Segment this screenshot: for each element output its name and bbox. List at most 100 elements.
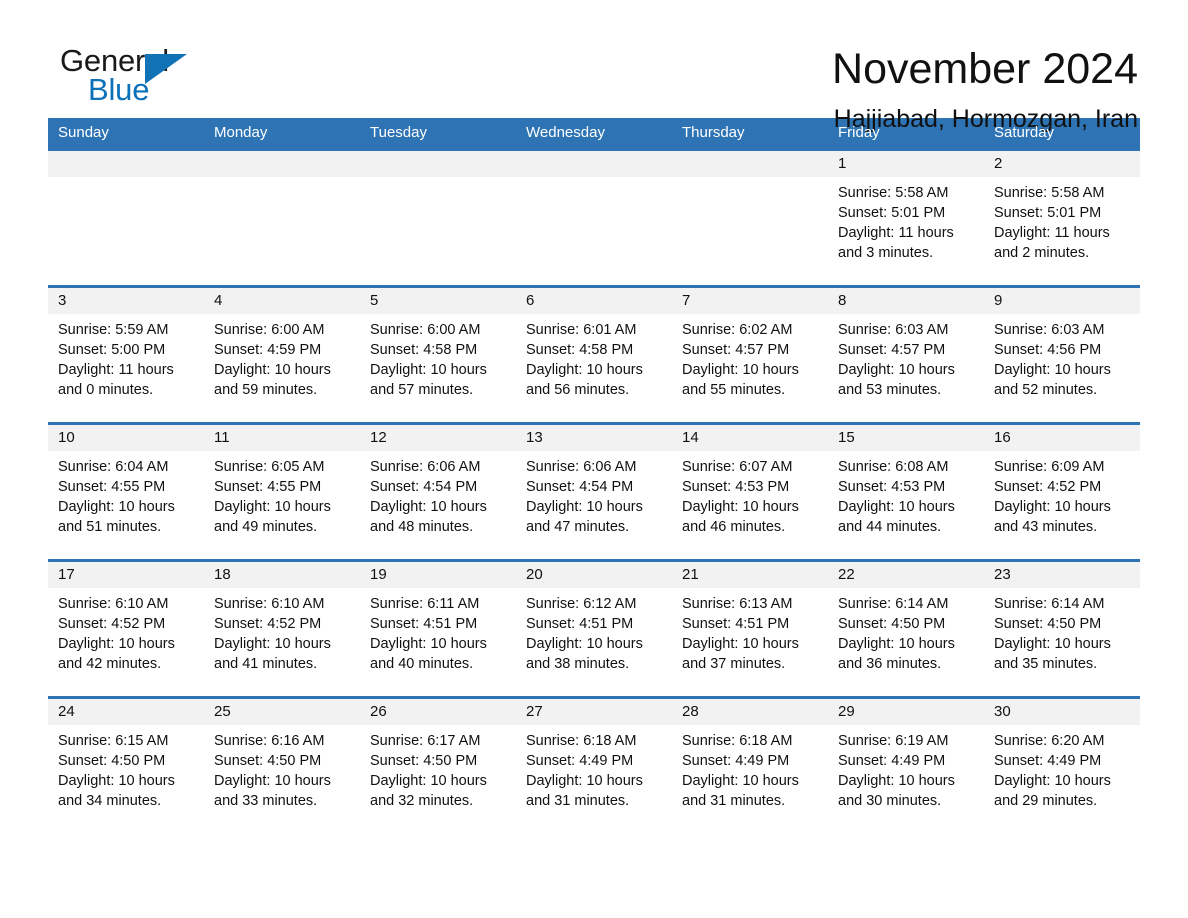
day-cell[interactable]: Sunrise: 5:58 AM Sunset: 5:01 PM Dayligh… <box>984 177 1140 285</box>
day-cell[interactable]: Sunrise: 6:15 AM Sunset: 4:50 PM Dayligh… <box>48 725 204 833</box>
day-cell[interactable]: Sunrise: 6:00 AM Sunset: 4:59 PM Dayligh… <box>204 314 360 422</box>
day-cell[interactable]: Sunrise: 5:59 AM Sunset: 5:00 PM Dayligh… <box>48 314 204 422</box>
day-number[interactable]: 5 <box>360 288 516 314</box>
day-number[interactable] <box>48 151 204 177</box>
daylight-text-line1: Daylight: 10 hours <box>214 773 331 789</box>
day-number[interactable]: 8 <box>828 288 984 314</box>
day-cell[interactable]: Sunrise: 6:00 AM Sunset: 4:58 PM Dayligh… <box>360 314 516 422</box>
day-cell[interactable] <box>204 177 360 285</box>
daylight-text-line2: and 32 minutes. <box>370 793 474 809</box>
day-number[interactable]: 14 <box>672 425 828 451</box>
day-number[interactable] <box>204 151 360 177</box>
day-number[interactable]: 1 <box>828 151 984 177</box>
day-cell[interactable]: Sunrise: 6:09 AM Sunset: 4:52 PM Dayligh… <box>984 451 1140 559</box>
day-number[interactable]: 6 <box>516 288 672 314</box>
daylight-text-line2: and 34 minutes. <box>58 793 162 809</box>
week-date-bar: 24 25 26 27 28 29 30 <box>48 699 1140 725</box>
day-number[interactable]: 9 <box>984 288 1140 314</box>
day-number[interactable]: 25 <box>204 699 360 725</box>
sunrise-text: Sunrise: 5:58 AM <box>994 185 1105 201</box>
daylight-text-line2: and 57 minutes. <box>370 382 474 398</box>
day-number[interactable]: 12 <box>360 425 516 451</box>
day-cell[interactable]: Sunrise: 6:01 AM Sunset: 4:58 PM Dayligh… <box>516 314 672 422</box>
day-cell[interactable] <box>48 177 204 285</box>
day-number[interactable]: 21 <box>672 562 828 588</box>
day-cell[interactable]: Sunrise: 6:07 AM Sunset: 4:53 PM Dayligh… <box>672 451 828 559</box>
daylight-text-line1: Daylight: 10 hours <box>838 362 955 378</box>
day-cell[interactable]: Sunrise: 6:05 AM Sunset: 4:55 PM Dayligh… <box>204 451 360 559</box>
day-cell[interactable]: Sunrise: 6:12 AM Sunset: 4:51 PM Dayligh… <box>516 588 672 696</box>
sunrise-text: Sunrise: 5:58 AM <box>838 185 949 201</box>
day-cell[interactable]: Sunrise: 6:19 AM Sunset: 4:49 PM Dayligh… <box>828 725 984 833</box>
day-number[interactable]: 3 <box>48 288 204 314</box>
day-number[interactable]: 10 <box>48 425 204 451</box>
day-number[interactable]: 23 <box>984 562 1140 588</box>
day-number[interactable] <box>360 151 516 177</box>
day-number[interactable]: 17 <box>48 562 204 588</box>
daylight-text-line1: Daylight: 10 hours <box>526 636 643 652</box>
day-cell[interactable]: Sunrise: 6:03 AM Sunset: 4:57 PM Dayligh… <box>828 314 984 422</box>
day-cell[interactable]: Sunrise: 6:13 AM Sunset: 4:51 PM Dayligh… <box>672 588 828 696</box>
day-cell[interactable]: Sunrise: 6:17 AM Sunset: 4:50 PM Dayligh… <box>360 725 516 833</box>
sunset-text: Sunset: 4:56 PM <box>994 342 1102 358</box>
sunrise-text: Sunrise: 6:11 AM <box>370 596 480 612</box>
day-cell[interactable]: Sunrise: 6:06 AM Sunset: 4:54 PM Dayligh… <box>360 451 516 559</box>
day-cell[interactable]: Sunrise: 6:18 AM Sunset: 4:49 PM Dayligh… <box>672 725 828 833</box>
day-number[interactable]: 18 <box>204 562 360 588</box>
day-cell[interactable]: Sunrise: 6:08 AM Sunset: 4:53 PM Dayligh… <box>828 451 984 559</box>
day-cell[interactable]: Sunrise: 6:20 AM Sunset: 4:49 PM Dayligh… <box>984 725 1140 833</box>
day-cell[interactable] <box>516 177 672 285</box>
generalblue-logo[interactable]: General Blue <box>48 44 210 114</box>
day-number[interactable] <box>672 151 828 177</box>
calendar-week-row: 1 2 Sunrise: 5:58 AM Sunset: 5:01 PM Day… <box>48 148 1140 285</box>
daylight-text-line1: Daylight: 10 hours <box>994 773 1111 789</box>
daylight-text-line1: Daylight: 10 hours <box>994 499 1111 515</box>
day-cell[interactable] <box>360 177 516 285</box>
day-number[interactable]: 24 <box>48 699 204 725</box>
sunrise-text: Sunrise: 6:03 AM <box>994 322 1105 338</box>
day-number[interactable]: 11 <box>204 425 360 451</box>
day-number[interactable]: 16 <box>984 425 1140 451</box>
day-cell[interactable]: Sunrise: 6:10 AM Sunset: 4:52 PM Dayligh… <box>204 588 360 696</box>
sunset-text: Sunset: 4:52 PM <box>994 479 1102 495</box>
daylight-text-line2: and 37 minutes. <box>682 656 786 672</box>
day-number[interactable]: 28 <box>672 699 828 725</box>
day-cell[interactable]: Sunrise: 6:14 AM Sunset: 4:50 PM Dayligh… <box>828 588 984 696</box>
day-cell[interactable]: Sunrise: 5:58 AM Sunset: 5:01 PM Dayligh… <box>828 177 984 285</box>
day-number[interactable]: 7 <box>672 288 828 314</box>
day-number[interactable] <box>516 151 672 177</box>
day-cell[interactable]: Sunrise: 6:16 AM Sunset: 4:50 PM Dayligh… <box>204 725 360 833</box>
sunset-text: Sunset: 4:51 PM <box>682 616 790 632</box>
sunrise-text: Sunrise: 6:17 AM <box>370 733 481 749</box>
sunset-text: Sunset: 4:54 PM <box>526 479 634 495</box>
daylight-text-line2: and 33 minutes. <box>214 793 318 809</box>
day-number[interactable]: 15 <box>828 425 984 451</box>
sunset-text: Sunset: 4:49 PM <box>682 753 790 769</box>
day-cell[interactable] <box>672 177 828 285</box>
day-number[interactable]: 19 <box>360 562 516 588</box>
day-cell[interactable]: Sunrise: 6:18 AM Sunset: 4:49 PM Dayligh… <box>516 725 672 833</box>
calendar-page: General Blue November 2024 Hajjiabad, Ho… <box>0 0 1188 918</box>
day-cell[interactable]: Sunrise: 6:11 AM Sunset: 4:51 PM Dayligh… <box>360 588 516 696</box>
day-cell[interactable]: Sunrise: 6:04 AM Sunset: 4:55 PM Dayligh… <box>48 451 204 559</box>
day-number[interactable]: 20 <box>516 562 672 588</box>
sunset-text: Sunset: 4:50 PM <box>994 616 1102 632</box>
sunrise-text: Sunrise: 6:00 AM <box>214 322 325 338</box>
day-number[interactable]: 22 <box>828 562 984 588</box>
day-number[interactable]: 26 <box>360 699 516 725</box>
day-number[interactable]: 4 <box>204 288 360 314</box>
day-number[interactable]: 13 <box>516 425 672 451</box>
day-number[interactable]: 29 <box>828 699 984 725</box>
day-number[interactable]: 2 <box>984 151 1140 177</box>
day-cell[interactable]: Sunrise: 6:02 AM Sunset: 4:57 PM Dayligh… <box>672 314 828 422</box>
day-number[interactable]: 30 <box>984 699 1140 725</box>
day-cell[interactable]: Sunrise: 6:10 AM Sunset: 4:52 PM Dayligh… <box>48 588 204 696</box>
day-cell[interactable]: Sunrise: 6:06 AM Sunset: 4:54 PM Dayligh… <box>516 451 672 559</box>
day-number[interactable]: 27 <box>516 699 672 725</box>
calendar-grid: Sunday Monday Tuesday Wednesday Thursday… <box>48 118 1140 833</box>
day-cell[interactable]: Sunrise: 6:14 AM Sunset: 4:50 PM Dayligh… <box>984 588 1140 696</box>
daylight-text-line1: Daylight: 10 hours <box>214 636 331 652</box>
day-cell[interactable]: Sunrise: 6:03 AM Sunset: 4:56 PM Dayligh… <box>984 314 1140 422</box>
daylight-text-line1: Daylight: 10 hours <box>214 499 331 515</box>
daylight-text-line2: and 43 minutes. <box>994 519 1098 535</box>
